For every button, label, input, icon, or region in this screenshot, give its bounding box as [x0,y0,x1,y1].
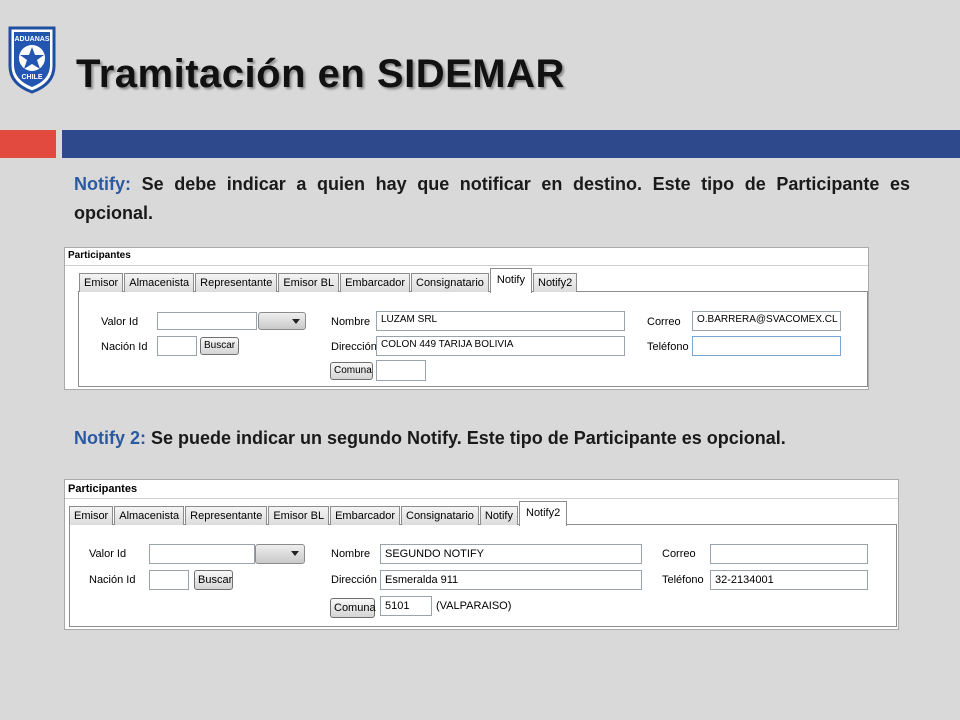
telefono-field[interactable] [692,336,841,356]
tab-almacenista[interactable]: Almacenista [114,506,185,525]
direccion-field[interactable]: Esmeralda 911 [380,570,642,590]
comuna-name: (VALPARAISO) [436,600,512,612]
valor-id-dropdown[interactable] [258,312,306,330]
nombre-label: Nombre [331,548,371,560]
nacion-id-label: Nación Id [89,574,136,586]
tab-emisor[interactable]: Emisor [79,273,124,292]
tab-strip: Emisor Almacenista Representante Emisor … [69,501,568,526]
correo-label: Correo [662,548,696,560]
notify2-description: Notify 2: Se puede indicar un segundo No… [74,424,910,453]
direccion-label: Dirección [331,341,377,353]
tab-strip: Emisor Almacenista Representante Emisor … [79,268,578,293]
tab-representante[interactable]: Representante [195,273,278,292]
divider [65,265,868,266]
notify2-text: Se puede indicar un segundo Notify. Este… [146,428,786,448]
valor-id-label: Valor Id [89,548,127,560]
nombre-field[interactable]: LUZAM SRL [376,311,625,331]
logo-text-top: ADUANAS [15,36,50,43]
tab-notify[interactable]: Notify [479,506,518,525]
telefono-label: Teléfono [647,341,689,353]
panel-title: Participantes [68,250,131,261]
nombre-field[interactable]: SEGUNDO NOTIFY [380,544,642,564]
tab-consignatario[interactable]: Consignatario [411,273,489,292]
valor-id-field[interactable] [149,544,255,564]
participantes-panel-notify: Participantes Emisor Almacenista Represe… [64,247,869,390]
buscar-button[interactable]: Buscar [200,337,239,355]
nacion-id-field[interactable] [149,570,189,590]
valor-id-dropdown[interactable] [255,544,305,564]
telefono-field[interactable]: 32-2134001 [710,570,868,590]
buscar-button[interactable]: Buscar [194,570,233,590]
correo-label: Correo [647,316,681,328]
comuna-button[interactable]: Comuna [330,362,373,380]
notify2-keyword: Notify 2: [74,428,146,448]
valor-id-field[interactable] [157,312,257,330]
comuna-button[interactable]: Comuna [330,598,376,618]
accent-bar-blue [62,130,960,158]
aduanas-chile-logo: ADUANAS CHILE [8,26,56,94]
tab-embarcador[interactable]: Embarcador [340,273,410,292]
participantes-panel-notify2: Participantes Emisor Almacenista Represe… [64,479,899,630]
tab-notify2[interactable]: Notify2 [533,273,578,292]
telefono-label: Teléfono [662,574,704,586]
divider [65,498,898,499]
nombre-label: Nombre [331,316,371,328]
direccion-field[interactable]: COLON 449 TARIJA BOLIVIA [376,336,625,356]
panel-title: Participantes [68,483,138,495]
valor-id-label: Valor Id [101,316,139,328]
tab-consignatario[interactable]: Consignatario [401,506,479,525]
tab-almacenista[interactable]: Almacenista [124,273,195,292]
slide-title: Tramitación en SIDEMAR [76,52,565,96]
chevron-down-icon [292,319,300,324]
tab-notify2[interactable]: Notify2 [519,501,568,526]
tab-notify[interactable]: Notify [489,268,532,293]
nacion-id-label: Nación Id [101,341,148,353]
comuna-field[interactable] [376,360,426,381]
notify-keyword: Notify: [74,174,131,194]
tab-emisor-bl[interactable]: Emisor BL [268,506,330,525]
logo-text-bottom: CHILE [22,74,43,81]
notify-text: Se debe indicar a quien hay que notifica… [74,174,910,223]
direccion-label: Dirección [331,574,377,586]
accent-bar-red [0,130,56,158]
correo-field[interactable] [710,544,868,564]
tab-embarcador[interactable]: Embarcador [330,506,400,525]
tab-representante[interactable]: Representante [185,506,268,525]
nacion-id-field[interactable] [157,336,197,356]
chevron-down-icon [291,551,299,556]
tab-emisor[interactable]: Emisor [69,506,114,525]
comuna-field[interactable]: 5101 [380,596,432,616]
tab-emisor-bl[interactable]: Emisor BL [278,273,340,292]
correo-field[interactable]: O.BARRERA@SVACOMEX.CL [692,311,841,331]
notify-description: Notify: Se debe indicar a quien hay que … [74,170,910,228]
